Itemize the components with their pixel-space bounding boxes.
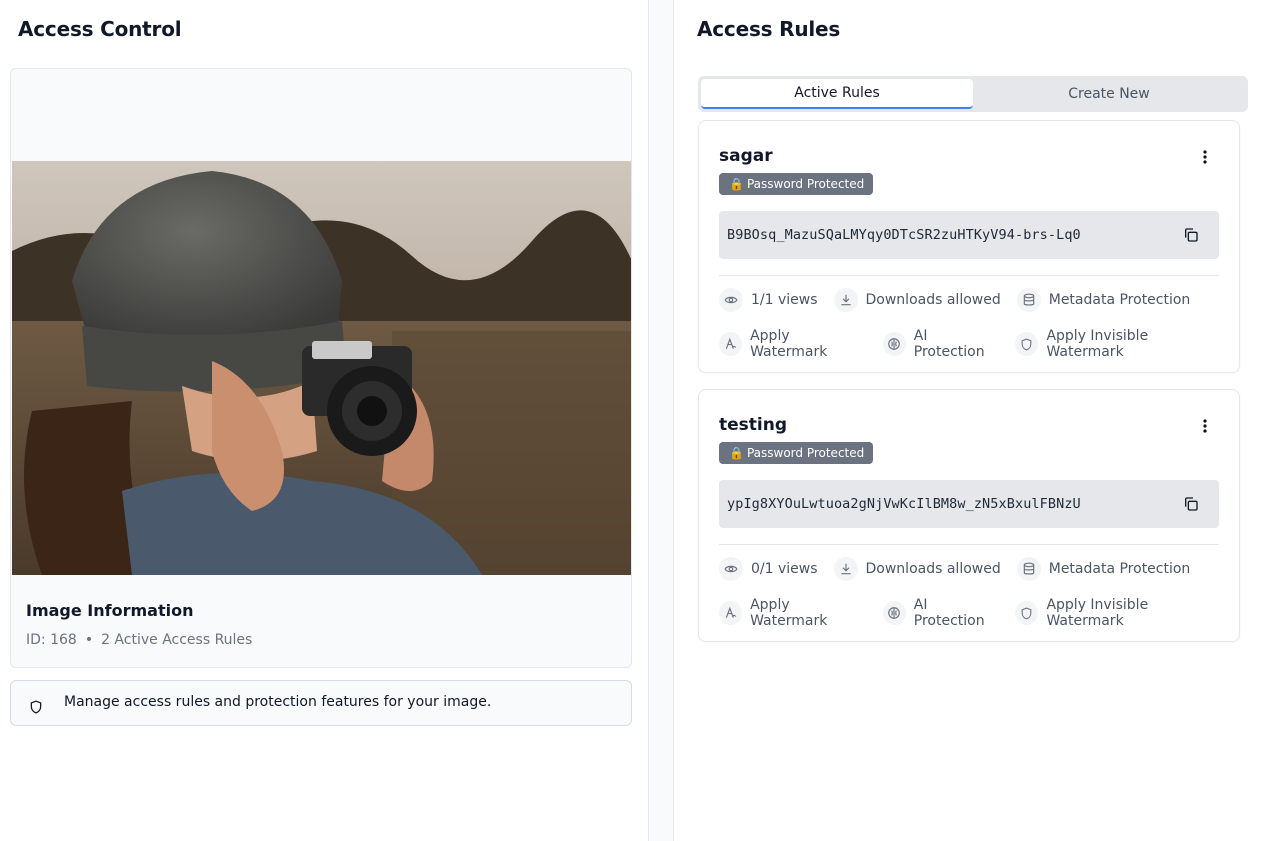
card-divider (719, 544, 1219, 545)
lock-icon: 🔒 (729, 446, 744, 460)
invisible-watermark-label: Apply Invisible Watermark (1046, 328, 1149, 360)
feature-metadata: Metadata Protection (1016, 557, 1191, 581)
rule-card: sagar 🔒 Password Protected B9BOsq_MazuSQ… (698, 120, 1240, 373)
token-text: B9BOsq_MazuSQaLMYqy0DTcSR2zuHTKyV94-brs-… (727, 227, 1081, 243)
copy-icon[interactable] (1181, 225, 1201, 245)
invisible-watermark-label: Apply Invisible Watermark (1046, 597, 1149, 629)
more-options-icon[interactable] (1197, 418, 1213, 434)
database-icon (1016, 288, 1041, 312)
shield-icon (1015, 601, 1039, 625)
signature-icon (719, 601, 743, 625)
rule-card: testing 🔒 Password Protected ypIg8XYOuLw… (698, 389, 1240, 642)
feature-row: Apply Watermark AI Protection Apply Invi… (719, 597, 1239, 629)
token-text: ypIg8XYOuLwtuoa2gNjVwKcIlBM8w_zN5xBxulFB… (727, 496, 1081, 512)
metadata-label: Metadata Protection (1048, 561, 1191, 577)
watermark-label: Apply Watermark (750, 328, 828, 360)
more-options-icon[interactable] (1197, 149, 1213, 165)
brain-icon (882, 601, 906, 625)
image-meta: ID: 168 • 2 Active Access Rules (26, 632, 252, 648)
info-notice: Manage access rules and protection featu… (10, 680, 632, 726)
feature-metadata: Metadata Protection (1016, 288, 1191, 312)
feature-ai: AI Protection (882, 328, 1000, 360)
image-info-title: Image Information (26, 601, 194, 620)
feature-row: Apply Watermark AI Protection Apply Invi… (719, 328, 1239, 360)
active-rules-count: 2 Active Access Rules (101, 632, 253, 648)
access-token: B9BOsq_MazuSQaLMYqy0DTcSR2zuHTKyV94-brs-… (719, 211, 1219, 259)
feature-invisible-watermark: Apply Invisible Watermark (1015, 328, 1223, 360)
feature-views: 1/1 views (719, 288, 818, 312)
download-icon (833, 288, 858, 312)
panel-divider (649, 0, 674, 841)
tab-create-new[interactable]: Create New (973, 79, 1245, 109)
rules-tabs: Active Rules Create New (698, 76, 1248, 112)
eye-icon (719, 288, 743, 312)
views-count: 1/1 views (751, 292, 818, 308)
password-protected-badge: 🔒 Password Protected (719, 442, 874, 464)
notice-text: Manage access rules and protection featu… (64, 694, 492, 710)
badge-label: Password Protected (746, 177, 865, 191)
feature-row: 0/1 views Downloads allowed Metadata Pro… (719, 557, 1206, 581)
feature-views: 0/1 views (719, 557, 818, 581)
card-divider (719, 275, 1219, 276)
ai-label: AI Protection (913, 597, 985, 629)
tab-active-rules[interactable]: Active Rules (701, 79, 973, 109)
ai-label: AI Protection (913, 328, 985, 360)
shield-icon (1015, 332, 1039, 356)
feature-row: 1/1 views Downloads allowed Metadata Pro… (719, 288, 1206, 312)
signature-icon (719, 332, 743, 356)
page-title: Access Control (18, 17, 182, 41)
access-rules-title: Access Rules (697, 17, 841, 41)
database-icon (1016, 557, 1041, 581)
access-control-panel: Access Control Image Information ID: 168… (0, 0, 649, 841)
copy-icon[interactable] (1181, 494, 1201, 514)
feature-watermark: Apply Watermark (719, 328, 867, 360)
badge-label: Password Protected (746, 446, 865, 460)
access-token: ypIg8XYOuLwtuoa2gNjVwKcIlBM8w_zN5xBxulFB… (719, 480, 1219, 528)
downloads-label: Downloads allowed (865, 561, 1001, 577)
password-protected-badge: 🔒 Password Protected (719, 173, 874, 195)
feature-ai: AI Protection (882, 597, 1000, 629)
metadata-label: Metadata Protection (1048, 292, 1191, 308)
feature-invisible-watermark: Apply Invisible Watermark (1015, 597, 1223, 629)
rule-name: sagar (719, 146, 773, 166)
watermark-label: Apply Watermark (750, 597, 828, 629)
brain-icon (882, 332, 906, 356)
eye-icon (719, 557, 743, 581)
image-card: Image Information ID: 168 • 2 Active Acc… (10, 68, 632, 668)
feature-downloads: Downloads allowed (833, 557, 1001, 581)
image-preview (12, 161, 631, 575)
image-id: ID: 168 (26, 632, 77, 648)
feature-watermark: Apply Watermark (719, 597, 867, 629)
download-icon (833, 557, 858, 581)
views-count: 0/1 views (751, 561, 818, 577)
rule-name: testing (719, 415, 787, 435)
lock-icon: 🔒 (729, 177, 744, 191)
shield-icon (28, 699, 44, 715)
feature-downloads: Downloads allowed (833, 288, 1001, 312)
meta-separator: • (84, 632, 94, 648)
downloads-label: Downloads allowed (865, 292, 1001, 308)
